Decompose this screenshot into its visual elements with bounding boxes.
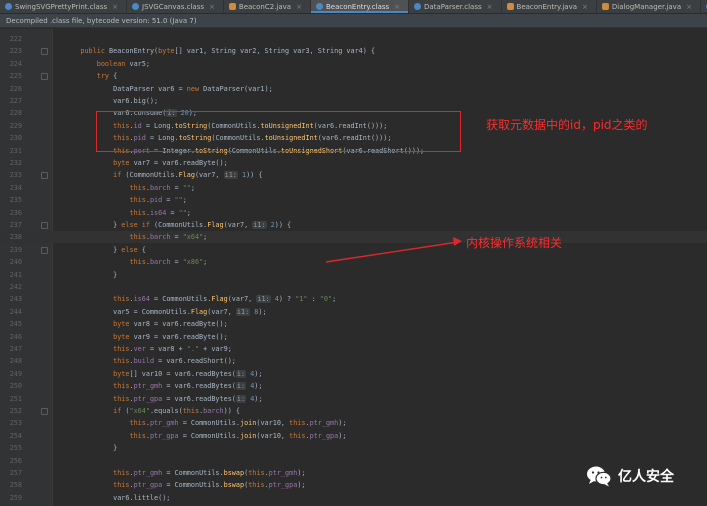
wechat-icon: [587, 466, 612, 487]
annotation-kernel: 内核操作系统相关: [466, 236, 563, 250]
watermark: 亿人安全: [586, 465, 674, 487]
annotation-metadata: 获取元数据中的id，pid之类的: [486, 118, 648, 132]
watermark-text: 亿人安全: [618, 469, 674, 485]
annotation-arrow: [325, 237, 462, 263]
